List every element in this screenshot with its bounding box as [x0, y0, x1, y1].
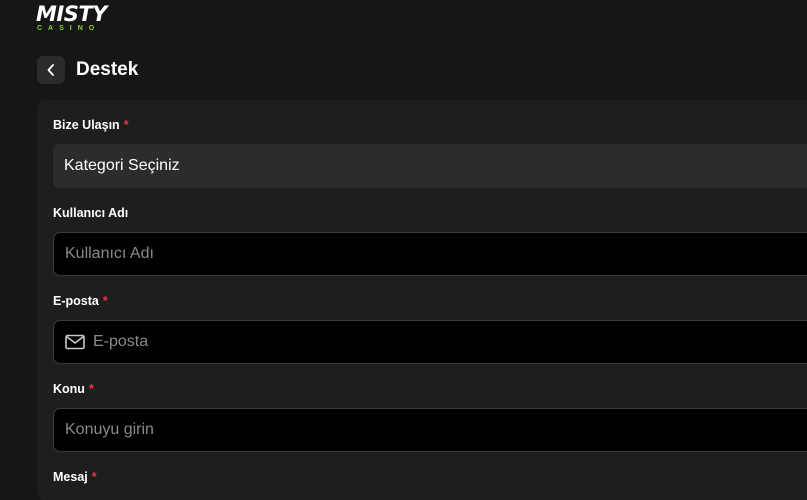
- username-label-text: Kullanıcı Adı: [53, 206, 129, 220]
- chevron-left-icon: [47, 64, 54, 76]
- category-select[interactable]: Kategori Seçiniz: [53, 144, 807, 188]
- subject-label: Konu *: [53, 382, 94, 396]
- subject-field-wrapper: [53, 408, 807, 452]
- required-mark: *: [102, 294, 108, 308]
- required-mark: *: [123, 118, 129, 132]
- back-button[interactable]: [37, 56, 65, 84]
- subject-field[interactable]: [65, 421, 807, 439]
- username-field-wrapper: [53, 232, 807, 276]
- message-label-text: Mesaj: [53, 470, 88, 484]
- username-field[interactable]: [65, 245, 807, 263]
- contact-label-text: Bize Ulaşın: [53, 118, 120, 132]
- email-field[interactable]: [93, 333, 807, 351]
- support-form-card: Bize Ulaşın * Kategori Seçiniz Kullanıcı …: [37, 100, 807, 500]
- username-label: Kullanıcı Adı: [53, 206, 128, 220]
- required-mark: *: [88, 382, 94, 396]
- brand-subtitle: CASINO: [37, 25, 101, 32]
- brand-name: MISTY: [36, 2, 107, 26]
- email-label: E-posta *: [53, 294, 108, 308]
- email-label-text: E-posta: [53, 294, 99, 308]
- category-select-value: Kategori Seçiniz: [64, 157, 180, 174]
- page-header: Destek: [37, 56, 138, 84]
- email-field-wrapper: [53, 320, 807, 364]
- subject-label-text: Konu: [53, 382, 85, 396]
- message-label: Mesaj *: [53, 470, 97, 484]
- page-title: Destek: [76, 59, 139, 80]
- brand-logo[interactable]: MISTY CASINO: [36, 2, 126, 34]
- required-mark: *: [91, 470, 97, 484]
- contact-label: Bize Ulaşın *: [53, 118, 129, 132]
- mail-icon: [65, 334, 85, 350]
